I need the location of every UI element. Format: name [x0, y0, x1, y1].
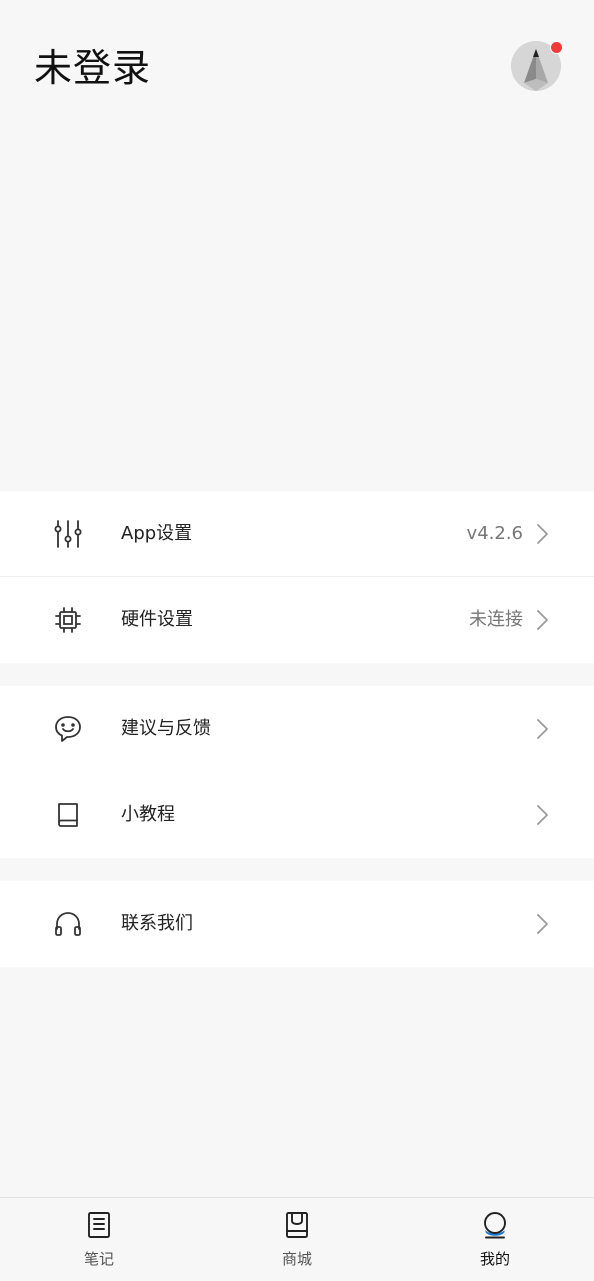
tab-label: 我的: [479, 1250, 510, 1268]
tab-shop[interactable]: 商城: [198, 1198, 396, 1281]
notes-icon: [88, 1212, 110, 1238]
app-version-value: v4.2.6: [466, 523, 523, 544]
chevron-right-icon: [537, 524, 548, 544]
chip-icon: [55, 607, 81, 633]
menu-item-app-settings[interactable]: App设置 v4.2.6: [0, 491, 594, 577]
sliders-icon: [54, 520, 82, 548]
headphones-icon: [55, 912, 81, 936]
chevron-right-icon: [537, 719, 548, 739]
menu-item-label: 联系我们: [121, 913, 193, 934]
menu-item-contact-us[interactable]: 联系我们: [0, 881, 594, 967]
contact-group: 联系我们: [0, 881, 594, 967]
menu-item-tutorial[interactable]: 小教程: [0, 772, 594, 858]
tab-label: 笔记: [83, 1250, 114, 1268]
book-icon: [58, 803, 78, 827]
profile-icon: [484, 1212, 506, 1239]
chevron-right-icon: [537, 914, 548, 934]
chat-smile-icon: [55, 716, 81, 742]
menu-item-label: App设置: [121, 523, 193, 544]
tab-notes[interactable]: 笔记: [0, 1198, 198, 1281]
tab-label: 商城: [281, 1250, 312, 1268]
menu-item-feedback[interactable]: 建议与反馈: [0, 686, 594, 772]
bottom-tab-bar: 笔记 商城 我的: [0, 1197, 594, 1281]
notification-badge: [550, 41, 563, 54]
menu-item-label: 硬件设置: [121, 609, 193, 630]
tab-mine[interactable]: 我的: [396, 1198, 594, 1281]
menu-item-label: 小教程: [121, 804, 175, 825]
menu-item-label: 建议与反馈: [121, 718, 211, 739]
menu-item-hardware-settings[interactable]: 硬件设置 未连接: [0, 577, 594, 663]
page-title[interactable]: 未登录: [34, 44, 151, 92]
connection-status-value: 未连接: [469, 609, 523, 630]
header: 未登录: [0, 0, 594, 140]
help-group: 建议与反馈 小教程: [0, 686, 594, 858]
settings-group: App设置 v4.2.6 硬件设置 未连接: [0, 491, 594, 663]
chevron-right-icon: [537, 805, 548, 825]
chevron-right-icon: [537, 610, 548, 630]
shop-bag-icon: [286, 1212, 308, 1238]
